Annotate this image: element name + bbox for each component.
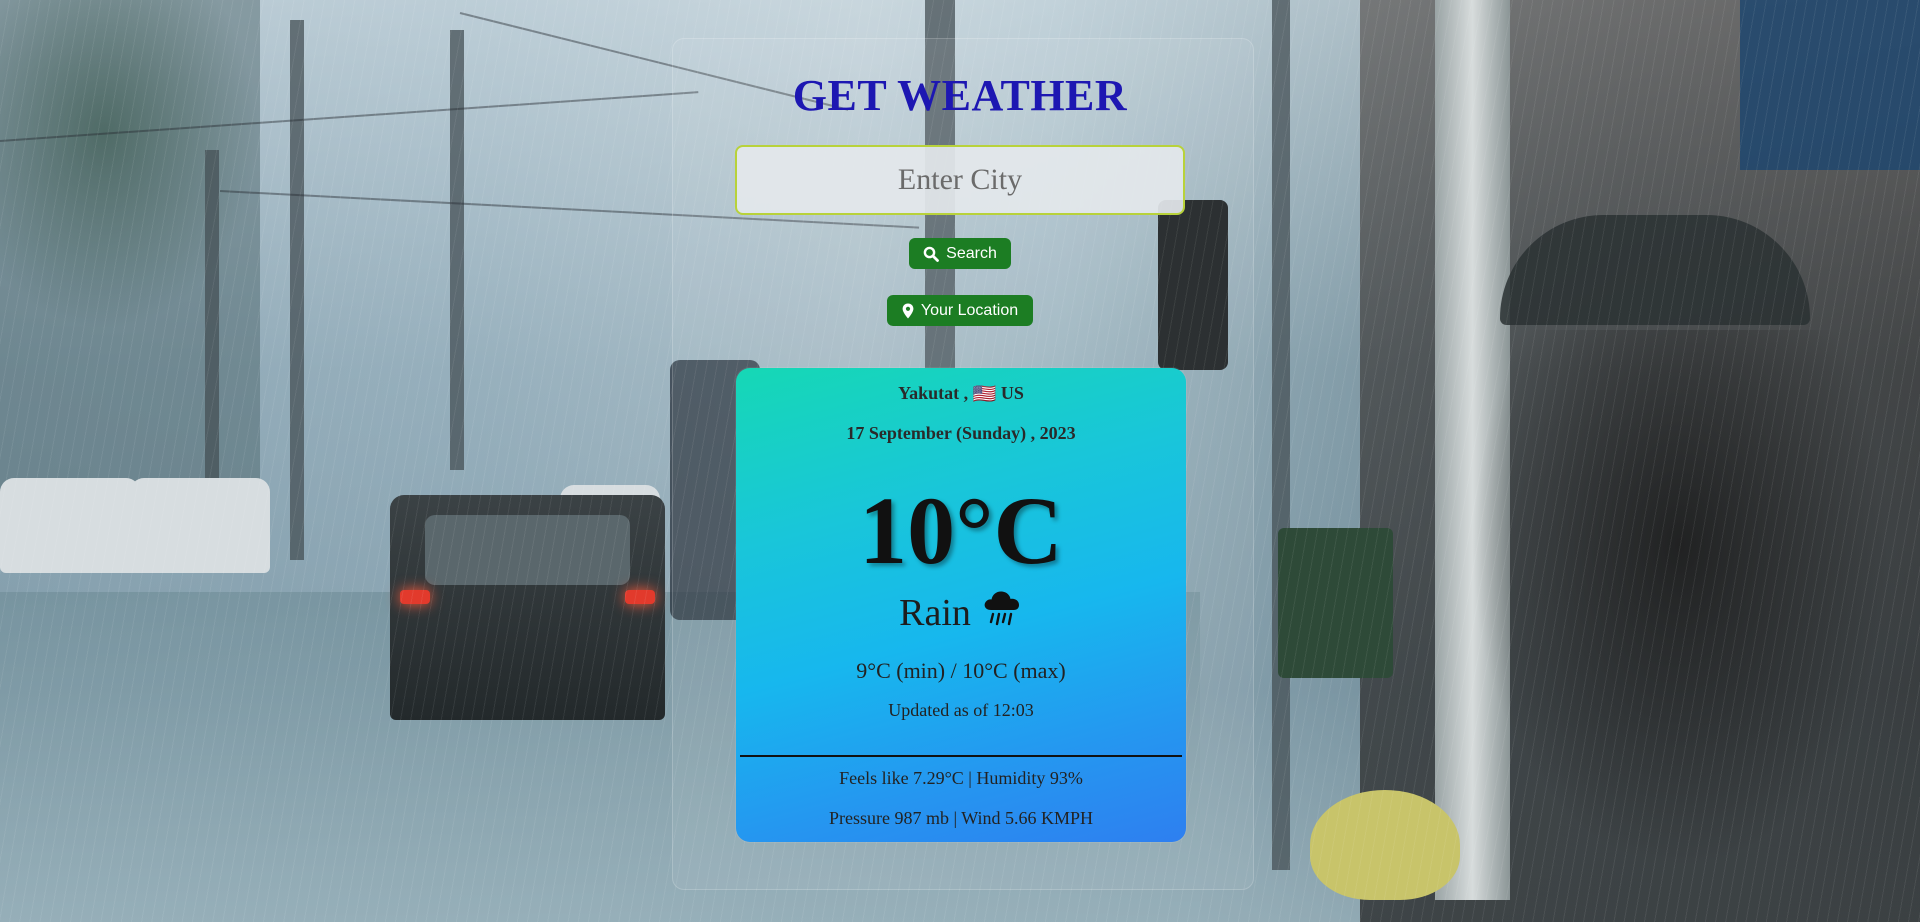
map-pin-icon [902, 303, 914, 319]
search-button[interactable]: Search [909, 238, 1011, 269]
divider [740, 755, 1182, 757]
your-location-button[interactable]: Your Location [887, 295, 1033, 326]
your-location-button-label: Your Location [920, 301, 1019, 319]
weather-date: 17 September (Sunday) , 2023 [846, 423, 1076, 443]
pressure-wind: Pressure 987 mb | Wind 5.66 KMPH [828, 808, 1094, 828]
weather-condition: Rain [736, 588, 1186, 638]
search-icon [923, 246, 940, 262]
feels-like-humidity: Feels like 7.29°C | Humidity 93% [839, 768, 1083, 788]
rain-cloud-icon [981, 588, 1023, 638]
temperature-value: 10°C [859, 477, 1063, 584]
city-search-input[interactable] [735, 145, 1185, 215]
us-flag-icon: 🇺🇸 [972, 383, 997, 405]
min-max-temperature: 9°C (min) / 10°C (max) [856, 658, 1066, 683]
search-button-label: Search [946, 244, 997, 262]
country-code: US [1000, 383, 1024, 403]
updated-time: Updated as of 12:03 [888, 700, 1034, 720]
weather-card: Yakutat , 🇺🇸 US 17 September (Sunday) , … [736, 368, 1186, 842]
condition-label: Rain [899, 592, 971, 634]
location-line: Yakutat , 🇺🇸 US [898, 383, 1024, 405]
page-title: GET WEATHER [792, 71, 1128, 120]
city-name: Yakutat [898, 383, 960, 403]
